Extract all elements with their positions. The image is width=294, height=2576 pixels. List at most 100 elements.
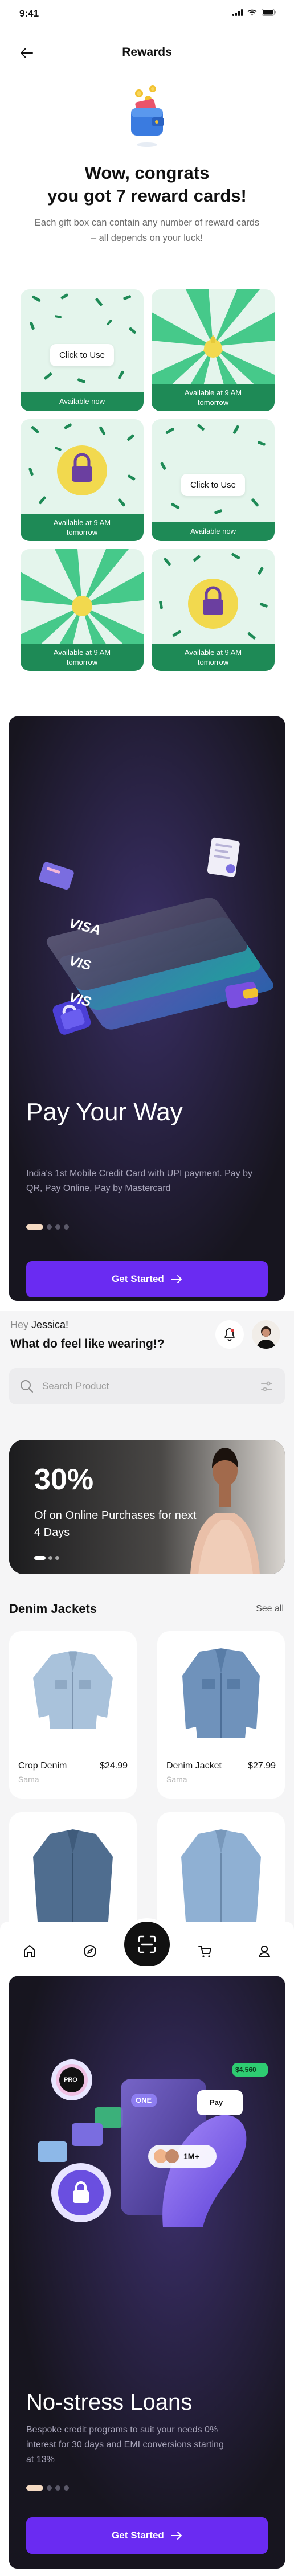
get-started-button[interactable]: Get Started (26, 2517, 268, 2554)
promo-carousel-indicator (34, 1556, 59, 1560)
one-badge: ONE (136, 2096, 152, 2104)
availability-subtext: tomorrow (197, 398, 229, 407)
availability-subtext: tomorrow (197, 658, 229, 666)
search-icon (21, 1380, 33, 1393)
cart-icon (198, 1946, 211, 1957)
signal-icon (232, 9, 243, 16)
carousel-dot (47, 1224, 52, 1230)
availability-text: Available at 9 AM (184, 648, 242, 657)
availability-text: Available at 9 AM (53, 648, 111, 657)
availability-text: Available now (59, 397, 105, 406)
carousel-dot (55, 1556, 59, 1560)
product-brand: Sama (18, 1775, 39, 1784)
home-icon (24, 1945, 35, 1957)
rewards-headline: Wow, congrats you got 7 reward cards! (23, 162, 271, 207)
availability-text: Available now (190, 527, 236, 535)
section-title: Denim Jackets (9, 1602, 97, 1616)
headline-line-2: you got 7 reward cards! (47, 186, 247, 206)
status-icons (232, 9, 277, 16)
search-bar[interactable] (9, 1368, 285, 1404)
search-input[interactable] (42, 1368, 236, 1404)
get-started-label: Get Started (112, 1273, 164, 1284)
tab-cart[interactable] (195, 1941, 215, 1961)
reward-card-5[interactable]: Available at 9 AM tomorrow (21, 549, 144, 671)
bell-icon (224, 1328, 235, 1341)
tab-home[interactable] (19, 1941, 40, 1961)
reward-card-4[interactable]: Click to Use Available now (152, 419, 275, 541)
get-started-label: Get Started (112, 2530, 164, 2541)
carousel-dot (64, 2485, 69, 2491)
filter-icon[interactable] (260, 1379, 273, 1393)
tab-explore[interactable] (80, 1941, 100, 1961)
greeting-name: Jessica! (31, 1319, 69, 1330)
tab-profile[interactable] (254, 1941, 275, 1961)
denim-jacket-image (182, 1648, 260, 1738)
reward-card-6[interactable]: Available at 9 AM tomorrow (152, 549, 275, 671)
arrow-right-icon (170, 1275, 182, 1283)
status-bar: 9:41 (0, 0, 294, 25)
availability-footer: Available at 9 AM tomorrow (21, 644, 144, 671)
reward-card-1[interactable]: Click to Use Available now (21, 289, 144, 411)
shop-screen: Hey Jessica! What do feel like wearing!? (0, 1311, 294, 1966)
amount-badge: $4,560 (235, 2066, 256, 2074)
shop-question: What do feel like wearing!? (10, 1337, 165, 1350)
status-time: 9:41 (19, 8, 39, 19)
availability-footer: Available at 9 AM tomorrow (152, 644, 275, 671)
cards-illustration: VISA VIS VIS (9, 716, 285, 1301)
availability-subtext: tomorrow (66, 658, 98, 666)
notification-button[interactable] (215, 1320, 244, 1349)
product-card[interactable]: Denim Jacket Sama $27.99 (157, 1631, 285, 1799)
product-card[interactable]: Crop Denim Sama $24.99 (9, 1631, 137, 1799)
carousel-dot-active (26, 2485, 43, 2491)
scan-icon (138, 1935, 156, 1953)
profile-icon (259, 1946, 270, 1957)
product-price: $27.99 (248, 1761, 276, 1771)
users-chip: 1M+ (183, 2152, 199, 2161)
reward-card-2[interactable]: Available at 9 AM tomorrow (152, 289, 275, 411)
carousel-dot (55, 1224, 60, 1230)
promo-text: Of on Online Purchases for next 4 Days (34, 1509, 197, 1539)
scan-button[interactable] (121, 1918, 173, 1966)
see-all-link[interactable]: See all (256, 1604, 284, 1614)
pay-your-way-subtitle: India's 1st Mobile Credit Card with UPI … (26, 1169, 252, 1193)
availability-text: Available at 9 AM (184, 388, 242, 397)
wifi-icon (247, 9, 257, 16)
rewards-header: Rewards (0, 40, 294, 65)
availability-subtext: tomorrow (66, 528, 98, 537)
pay-your-way-title: Pay Your Way (26, 1098, 183, 1126)
crop-denim-jacket-image (33, 1651, 113, 1729)
pay-your-way-screen: VISA VIS VIS Pay Your Way India's 1st Mo… (9, 716, 285, 1301)
availability-footer: Available at 9 AM tomorrow (21, 514, 144, 541)
loans-title: No-stress Loans (26, 2390, 193, 2415)
product-brand: Sama (166, 1775, 187, 1784)
carousel-dot-active (26, 1224, 43, 1230)
promo-banner[interactable]: 30% Of on Online Purchases for next 4 Da… (9, 1440, 285, 1574)
user-avatar-image (252, 1320, 280, 1349)
arrow-right-icon (170, 2532, 182, 2540)
denim-jacket-image (33, 1829, 113, 1922)
click-to-use-button[interactable]: Click to Use (50, 344, 115, 366)
carousel-dot (55, 2485, 60, 2491)
bottom-tab-bar (0, 1914, 294, 1966)
product-price: $24.99 (100, 1761, 128, 1771)
greeting: Hey Jessica! (10, 1319, 68, 1331)
get-started-button[interactable]: Get Started (26, 1261, 268, 1297)
carousel-dot (64, 1224, 69, 1230)
click-to-use-button[interactable]: Click to Use (181, 474, 246, 496)
product-name: Crop Denim (18, 1761, 67, 1771)
page-title: Rewards (122, 46, 172, 59)
availability-footer: Available at 9 AM tomorrow (152, 384, 275, 411)
reward-card-3[interactable]: Available at 9 AM tomorrow (21, 419, 144, 541)
avatar[interactable] (252, 1320, 280, 1349)
product-name: Denim Jacket (166, 1761, 222, 1771)
carousel-indicator (26, 1224, 69, 1230)
pay-chip: Pay (210, 2098, 223, 2107)
carousel-indicator (26, 2485, 69, 2491)
availability-footer: Available now (21, 392, 144, 411)
promo-percent: 30% (34, 1463, 94, 1496)
denim-jacket-image (181, 1829, 261, 1922)
pro-badge: PRO (64, 2077, 77, 2083)
wallet-illustration (131, 85, 164, 147)
carousel-dot (47, 2485, 52, 2491)
loans-illustration (9, 1976, 285, 2569)
